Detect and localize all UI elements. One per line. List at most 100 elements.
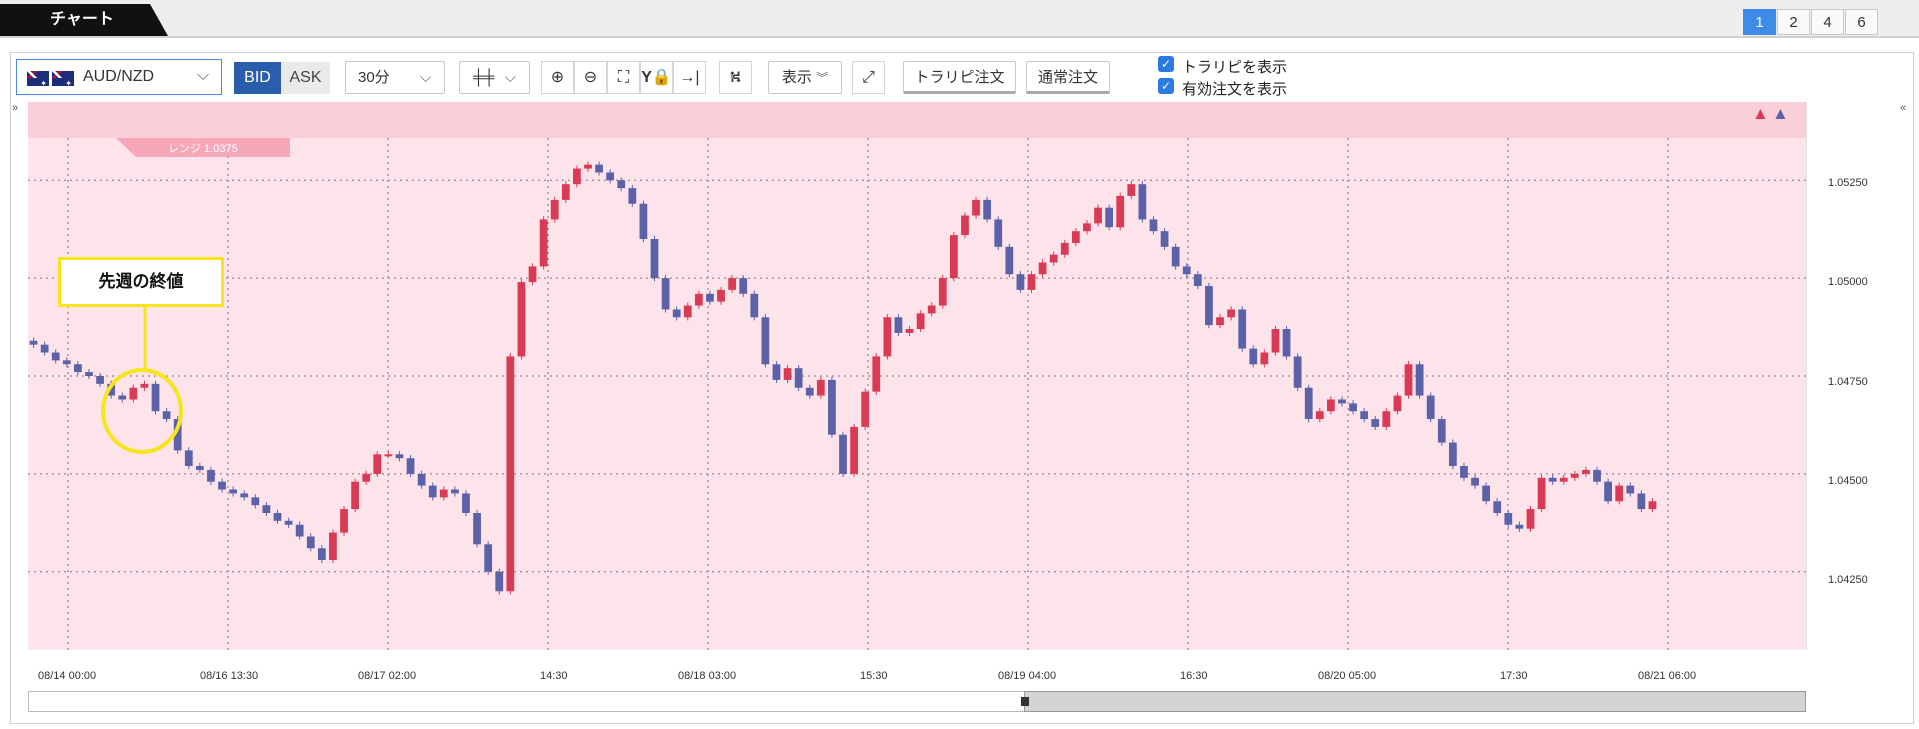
trail-order-button[interactable]: トラリピ注文 (903, 61, 1016, 94)
candle-body (1493, 501, 1502, 513)
candle-body (894, 317, 903, 333)
display-label: 表示 (781, 69, 812, 86)
layout-4-button[interactable]: 4 (1811, 9, 1844, 35)
candle-body (184, 450, 193, 467)
navigator-handle[interactable] (1021, 697, 1029, 706)
candle-body (1160, 231, 1169, 247)
candle-body (1559, 477, 1568, 482)
candle-body (1116, 195, 1125, 228)
zoom-in-icon[interactable]: ⊕ (541, 61, 574, 94)
expand-icon[interactable]: ⤢ (852, 61, 885, 94)
candle-body (650, 239, 659, 279)
layout-6-button[interactable]: 6 (1845, 9, 1878, 35)
candle-body (550, 199, 559, 220)
tab-chart[interactable]: チャート (0, 4, 168, 36)
candle-body (1604, 481, 1612, 502)
x-tick: 08/18 03:00 (678, 670, 737, 682)
candle-body (927, 305, 936, 314)
fit-screen-icon[interactable]: ⛶ (607, 61, 640, 94)
candle-body (1371, 419, 1380, 427)
ask-button[interactable]: ASK (281, 62, 330, 94)
candle-body (1626, 485, 1635, 494)
candle-body (1227, 309, 1235, 318)
layout-1-button[interactable]: 1 (1743, 9, 1776, 35)
candle-body (706, 293, 714, 302)
candle-body (428, 485, 437, 498)
candle-body (617, 180, 626, 189)
candle-body (739, 278, 748, 294)
candle-body (273, 513, 282, 521)
candle-body (1260, 352, 1269, 365)
x-tick: 08/20 05:00 (1318, 670, 1377, 682)
zoom-out-icon[interactable]: ⊖ (574, 61, 607, 94)
candle-body (683, 305, 692, 318)
timeframe-select[interactable]: 30分 ⌵ (345, 61, 445, 94)
candle-body (1005, 246, 1014, 275)
candle-body (118, 395, 127, 400)
candle-body (828, 379, 836, 435)
candle-body (694, 293, 703, 306)
candle-body (218, 481, 226, 490)
display-menu-button[interactable]: 表示 ︾ (768, 61, 842, 94)
candle-body (1360, 411, 1369, 420)
candle-body (506, 356, 515, 592)
candle-body (883, 317, 892, 357)
candle-body (439, 489, 448, 498)
candle-body (417, 473, 426, 486)
candle-body (351, 481, 359, 510)
normal-order-button[interactable]: 通常注文 (1026, 61, 1110, 94)
layout-2-button[interactable]: 2 (1777, 9, 1810, 35)
candlestick-icon: ╪╪ (473, 69, 495, 86)
chart-toolbar: AUD/NZD ⌵ BID ASK 30分 ⌵ ╪╪ ⌵ ⊕ ⊖ ⛶ Y🔒 →|… (16, 56, 1906, 98)
candle-body (805, 387, 814, 396)
candle-body (772, 364, 781, 380)
navigator-selection[interactable] (1024, 691, 1806, 712)
candle-body (1327, 399, 1335, 412)
candle-body (839, 434, 847, 474)
candle-body (1038, 262, 1047, 275)
candle-body (140, 383, 149, 388)
candle-body (1415, 364, 1424, 396)
candle-body (1182, 266, 1191, 275)
candle-body (661, 278, 670, 310)
candle-body (916, 313, 925, 330)
candle-body (162, 411, 171, 420)
candlestick-chart: レンジ 1.0375 (28, 102, 1806, 650)
candle-body (861, 391, 870, 427)
candle-body (1238, 309, 1247, 349)
show-orders-checkbox[interactable]: ✓ (1158, 78, 1174, 94)
candle-body (572, 168, 581, 185)
x-tick: 15:30 (860, 670, 888, 682)
x-tick: 08/19 04:00 (998, 670, 1057, 682)
show-trail-checkbox[interactable]: ✓ (1158, 56, 1174, 72)
candle-body (950, 235, 958, 279)
chart-type-select[interactable]: ╪╪ ⌵ (459, 61, 530, 94)
candle-body (1482, 485, 1491, 502)
candle-body (1171, 246, 1180, 267)
candle-body (1593, 469, 1601, 482)
candle-body (317, 548, 326, 560)
candle-body (1637, 493, 1646, 510)
candle-body (85, 372, 93, 376)
candle-body (306, 536, 315, 549)
currency-pair-select[interactable]: AUD/NZD ⌵ (16, 59, 222, 95)
double-chevron-icon: ︾ (816, 71, 829, 85)
candle-body (262, 505, 271, 513)
candle-body (595, 164, 603, 173)
bid-button[interactable]: BID (234, 62, 281, 94)
candle-body (1205, 285, 1213, 326)
annotation-callout: 先週の終値 (58, 257, 224, 307)
candle-body (1437, 419, 1446, 443)
y-axis-lock-icon[interactable]: Y🔒 (640, 61, 673, 94)
candle-body (528, 266, 537, 283)
candle-body (240, 493, 249, 498)
y-tick: 1.04500 (1828, 475, 1868, 487)
y-tick: 1.05000 (1828, 276, 1868, 288)
jump-latest-icon[interactable]: →| (673, 61, 706, 94)
candle-body (1094, 207, 1102, 224)
candle-body (1149, 219, 1158, 232)
x-tick: 14:30 (540, 670, 568, 682)
collapse-left-icon[interactable]: » (12, 102, 18, 114)
indicator-add-icon[interactable]: ⛕ (719, 61, 752, 94)
collapse-right-icon[interactable]: « (1900, 102, 1906, 114)
